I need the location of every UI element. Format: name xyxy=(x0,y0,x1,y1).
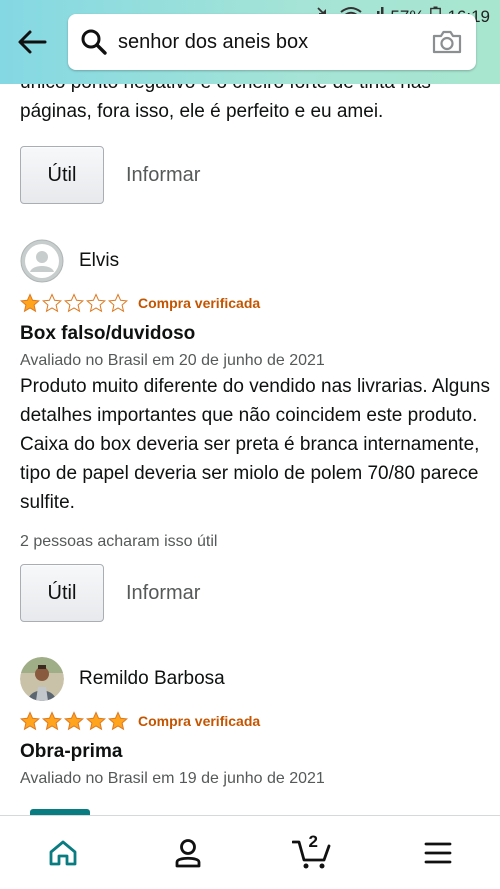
rating-row: Compra verificada xyxy=(20,292,490,314)
search-input[interactable]: senhor dos aneis box xyxy=(118,31,428,54)
reviewer-name: Elvis xyxy=(79,250,120,271)
default-avatar-icon xyxy=(20,239,64,283)
nav-account[interactable] xyxy=(158,823,218,883)
reviewer-name: Remildo Barbosa xyxy=(79,668,225,689)
nav-cart[interactable]: 2 xyxy=(283,823,343,883)
review-title: Obra-prima xyxy=(20,741,123,762)
verified-purchase-badge: Compra verificada xyxy=(138,713,261,729)
star-rating[interactable] xyxy=(20,711,128,731)
review-date: Avaliado no Brasil em 20 de junho de 202… xyxy=(20,352,325,369)
reviewer-profile[interactable]: Remildo Barbosa xyxy=(20,657,490,701)
search-bar[interactable]: senhor dos aneis box xyxy=(68,14,476,70)
previous-review-actions: Útil Informar xyxy=(20,146,200,204)
rating-row: Compra verificada xyxy=(20,710,490,732)
review-body: Produto muito diferente do vendido nas l… xyxy=(20,376,490,513)
back-button[interactable] xyxy=(14,22,50,62)
cart-count-badge: 2 xyxy=(308,831,318,851)
report-link[interactable]: Informar xyxy=(126,164,200,187)
reviewer-profile[interactable]: Elvis xyxy=(20,239,490,283)
star-rating-icon xyxy=(20,293,128,313)
user-photo-avatar xyxy=(20,657,64,701)
back-arrow-icon xyxy=(18,30,47,54)
nav-menu[interactable] xyxy=(408,823,468,883)
review-item: Remildo Barbosa Compra verificada Obra-p… xyxy=(20,657,490,788)
bottom-navigation: 2 xyxy=(0,815,500,889)
verified-purchase-badge: Compra verificada xyxy=(138,295,261,311)
search-icon xyxy=(78,26,110,58)
nav-home[interactable] xyxy=(33,823,93,883)
helpful-count: 2 pessoas acharam isso útil xyxy=(20,533,218,550)
review-item: Elvis Compra verificada Box falso/duvido… xyxy=(20,239,490,551)
top-header: 57% 16:19 senhor dos aneis box xyxy=(0,0,500,84)
review-actions: Útil Informar xyxy=(20,564,200,622)
review-date: Avaliado no Brasil em 19 de junho de 202… xyxy=(20,770,325,787)
helpful-button[interactable]: Útil xyxy=(20,564,104,622)
hamburger-menu-icon xyxy=(424,842,451,863)
report-link[interactable]: Informar xyxy=(126,582,200,605)
home-icon xyxy=(49,840,76,865)
camera-icon[interactable] xyxy=(428,26,466,58)
star-rating-icon xyxy=(20,711,128,731)
review-title: Box falso/duvidoso xyxy=(20,323,196,344)
person-icon xyxy=(175,838,200,867)
review-list: único ponto negativo é o cheiro forte de… xyxy=(0,0,500,815)
star-rating[interactable] xyxy=(20,293,128,313)
helpful-button[interactable]: Útil xyxy=(20,146,104,204)
